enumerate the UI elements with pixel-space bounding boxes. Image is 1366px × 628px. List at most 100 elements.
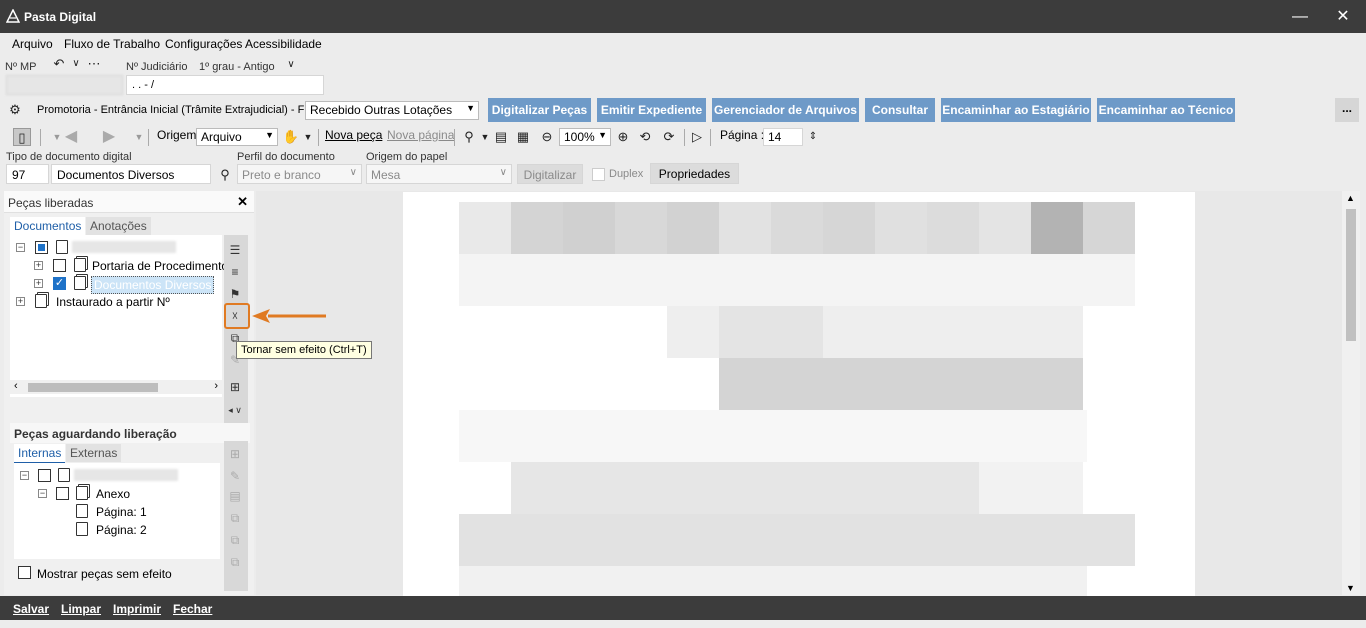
- pagina-input[interactable]: 14: [763, 128, 803, 146]
- zoom-out-icon[interactable]: ⊖: [538, 128, 556, 146]
- collapse-icon[interactable]: −: [38, 489, 47, 498]
- hand-tool-icon[interactable]: ✋: [282, 128, 300, 146]
- close-panel-icon[interactable]: ✕: [237, 194, 248, 210]
- tipo-code-field[interactable]: 97: [6, 164, 49, 184]
- release-icon[interactable]: ⊞: [226, 445, 244, 463]
- judicial-field[interactable]: . . - /: [126, 75, 324, 95]
- tipo-search-icon[interactable]: ⚲: [216, 166, 234, 184]
- rotate-right-icon[interactable]: ⟳: [660, 128, 678, 146]
- propriedades-button[interactable]: Propriedades: [650, 163, 739, 184]
- pecas-liberadas-header: Peças liberadas ✕: [4, 191, 254, 213]
- gerenciador-de-arquivos-button[interactable]: Gerenciador de Arquivos: [712, 98, 859, 122]
- zoom-select[interactable]: 100% ▼: [559, 128, 611, 146]
- minimize-button[interactable]: —: [1277, 0, 1323, 33]
- menu-bar: Arquivo Fluxo de Trabalho Configurações …: [0, 33, 1366, 55]
- nova-peca-button[interactable]: Nova peça: [325, 128, 382, 142]
- tab-internas[interactable]: Internas: [14, 444, 66, 464]
- expand-icon[interactable]: +: [16, 297, 25, 306]
- document-viewer[interactable]: [256, 191, 1342, 596]
- perfil-select[interactable]: Preto e branco ∨: [237, 164, 362, 184]
- page-action-icon[interactable]: ▷: [688, 128, 706, 146]
- fit-page-icon[interactable]: ▦: [514, 128, 532, 146]
- scroll-thumb[interactable]: [28, 383, 158, 392]
- salvar-button[interactable]: Salvar: [13, 602, 49, 616]
- delete-icon[interactable]: ▤: [226, 487, 244, 505]
- page-spinner-icon[interactable]: ⇕: [804, 128, 822, 146]
- scroll-right-icon[interactable]: ›: [214, 380, 218, 392]
- next-dropdown-icon[interactable]: ▼: [130, 128, 148, 146]
- zoom-in-icon[interactable]: ⊕: [614, 128, 632, 146]
- fit-width-icon[interactable]: ▤: [492, 128, 510, 146]
- tree-item-instaurado[interactable]: Instaurado a partir Nº: [56, 295, 170, 309]
- tab-anotacoes[interactable]: Anotações: [86, 217, 151, 235]
- pagina-label: Página :: [720, 128, 765, 142]
- hand-dropdown-icon[interactable]: ▼: [299, 128, 317, 146]
- anexo-checkbox[interactable]: [56, 487, 69, 500]
- tipo-value-field[interactable]: Documentos Diversos: [51, 164, 211, 184]
- root-checkbox[interactable]: [35, 241, 48, 254]
- next-icon[interactable]: ▶: [100, 128, 118, 146]
- grau-chevron-icon[interactable]: ∨: [282, 56, 300, 74]
- digitalizar-button[interactable]: Digitalizar: [517, 164, 583, 184]
- grau-label[interactable]: 1º grau - Antigo: [199, 61, 275, 73]
- expand-icon[interactable]: +: [34, 261, 43, 270]
- list-icon[interactable]: ≡: [226, 263, 244, 281]
- limpar-button[interactable]: Limpar: [61, 602, 101, 616]
- close-window-button[interactable]: ✕: [1320, 0, 1366, 33]
- scroll-down-icon[interactable]: ▼: [1346, 583, 1355, 593]
- fila-select[interactable]: Recebido Outras Lotações ▼: [305, 101, 479, 120]
- lock-icon[interactable]: ⚑: [226, 285, 244, 303]
- emitir-expediente-button[interactable]: Emitir Expediente: [597, 98, 706, 122]
- add-note-icon[interactable]: ⊞: [226, 378, 244, 396]
- chevron-down-icon[interactable]: ∨: [67, 55, 85, 73]
- tab-documentos[interactable]: Documentos: [10, 217, 86, 237]
- nova-pagina-button[interactable]: Nova página: [387, 128, 454, 142]
- rotate-left-icon[interactable]: ⟲: [636, 128, 654, 146]
- encaminhar-tecnico-button[interactable]: Encaminhar ao Técnico: [1097, 98, 1235, 122]
- tree-item-pagina-2[interactable]: Página: 2: [96, 523, 147, 537]
- mostrar-pecas-label[interactable]: Mostrar peças sem efeito: [37, 567, 172, 581]
- mostrar-pecas-checkbox[interactable]: [18, 566, 31, 579]
- viewer-vertical-scrollbar[interactable]: ▲ ▼: [1342, 191, 1360, 595]
- page-icon[interactable]: ▯: [13, 128, 31, 146]
- portaria-checkbox[interactable]: [53, 259, 66, 272]
- scroll-up-icon[interactable]: ▲: [1346, 193, 1355, 203]
- expand-icon[interactable]: +: [34, 279, 43, 288]
- consultar-button[interactable]: Consultar: [865, 98, 935, 122]
- documentos-diversos-checkbox[interactable]: ✓: [53, 277, 66, 290]
- scroll-left-icon[interactable]: ‹: [14, 380, 18, 392]
- collapse-icon[interactable]: −: [16, 243, 25, 252]
- menu-arquivo[interactable]: Arquivo: [12, 37, 53, 51]
- encaminhar-estagiario-button[interactable]: Encaminhar ao Estagiário: [941, 98, 1091, 122]
- copy-icon[interactable]: ⧉: [226, 509, 244, 527]
- edit-icon[interactable]: ✎: [226, 467, 244, 485]
- menu-configuracoes[interactable]: Configurações: [165, 37, 242, 51]
- undo-icon[interactable]: ↶: [50, 55, 68, 73]
- viewer-scroll-thumb[interactable]: [1346, 209, 1356, 341]
- more-icon[interactable]: ⋯: [85, 55, 103, 73]
- collapse-icon[interactable]: −: [20, 471, 29, 480]
- menu-fluxo-de-trabalho[interactable]: Fluxo de Trabalho: [64, 37, 160, 51]
- origem-papel-select[interactable]: Mesa ∨: [366, 164, 512, 184]
- internas-root-checkbox[interactable]: [38, 469, 51, 482]
- mp-field[interactable]: [6, 75, 123, 95]
- tree-item-documentos-diversos[interactable]: Documentos Diversos: [91, 276, 215, 294]
- paste-icon[interactable]: ⧉: [226, 553, 244, 571]
- tree-item-portaria[interactable]: Portaria de Procedimento: [92, 259, 228, 273]
- horizontal-scrollbar[interactable]: ‹ ›: [10, 380, 222, 394]
- move-icon[interactable]: ⧉: [226, 531, 244, 549]
- menu-acessibilidade[interactable]: Acessibilidade: [245, 37, 322, 51]
- fechar-button[interactable]: Fechar: [173, 602, 212, 616]
- more-options-button[interactable]: ...: [1335, 98, 1359, 122]
- tree-item-anexo[interactable]: Anexo: [96, 487, 130, 501]
- imprimir-button[interactable]: Imprimir: [113, 602, 161, 616]
- tree-item-pagina-1[interactable]: Página: 1: [96, 505, 147, 519]
- previous-icon[interactable]: ◀: [62, 128, 80, 146]
- tab-externas[interactable]: Externas: [66, 444, 122, 462]
- origem-select[interactable]: Arquivo ▼: [196, 128, 278, 146]
- digitalizar-pecas-button[interactable]: Digitalizar Peças: [488, 98, 591, 122]
- origem-papel-value: Mesa: [371, 168, 401, 182]
- duplex-checkbox[interactable]: [592, 168, 605, 181]
- expand-collapse-icon[interactable]: ◂ ∨: [226, 401, 244, 419]
- tree-structure-icon[interactable]: ☰: [226, 241, 244, 259]
